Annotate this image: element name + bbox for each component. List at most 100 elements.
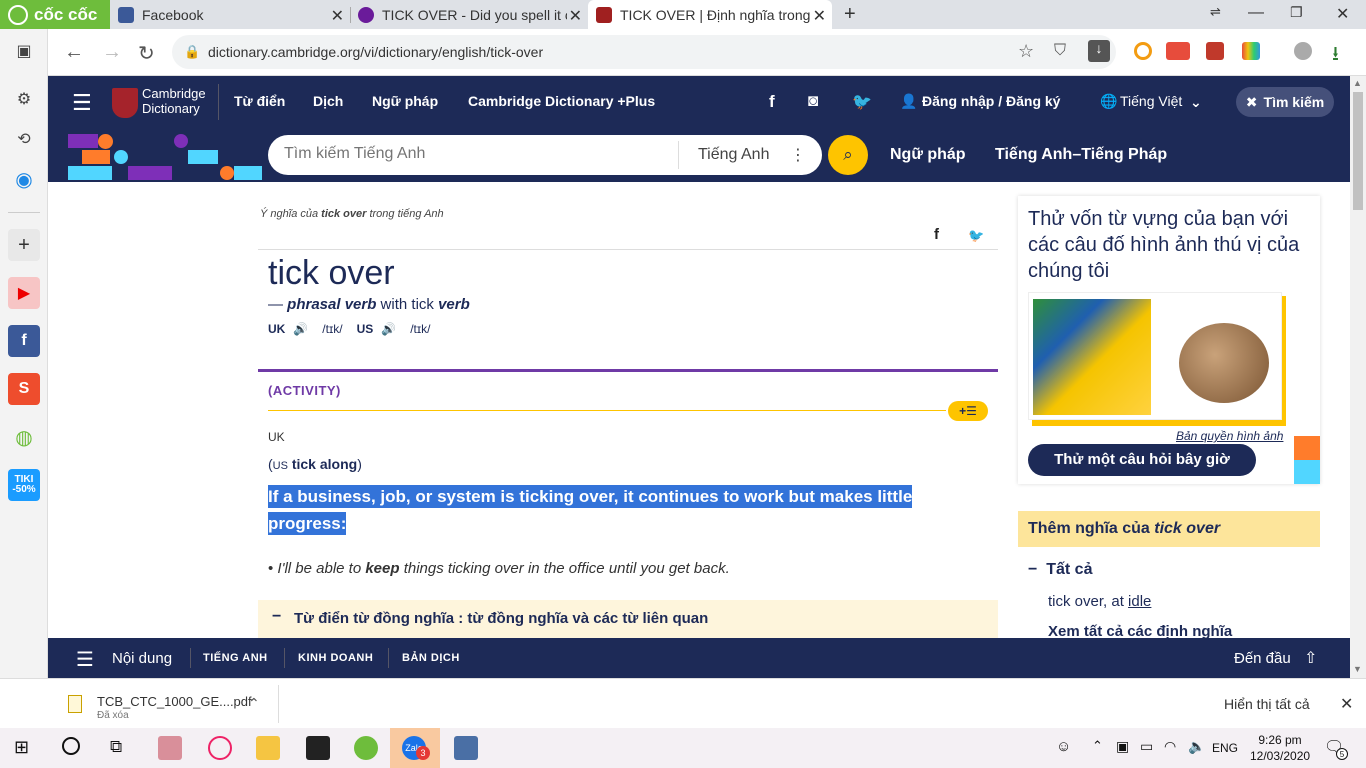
file-explorer-icon[interactable] — [256, 736, 280, 760]
scroll-up-icon[interactable]: ▲ — [1353, 78, 1362, 88]
all-meanings-toggle[interactable]: − Tất cả — [1028, 561, 1092, 579]
tray-icon[interactable]: ▣ — [1116, 738, 1129, 755]
collapse-minus-icon[interactable]: − — [272, 608, 281, 626]
add-app-icon[interactable]: + — [8, 229, 40, 261]
nav-dictionary[interactable]: Từ điển — [234, 93, 285, 109]
speaker-uk-icon[interactable]: 🔊 — [293, 322, 308, 336]
search-toggle-button[interactable]: ✖ Tìm kiếm — [1236, 87, 1334, 117]
thesaurus-panel[interactable]: − Từ điển từ đồng nghĩa : từ đồng nghĩa … — [258, 600, 998, 640]
add-to-list-button[interactable]: +☰ — [948, 401, 988, 421]
messenger-icon[interactable]: ◉ — [8, 163, 40, 195]
back-to-top-link[interactable]: Đến đầu — [1234, 650, 1291, 667]
app-icon[interactable] — [454, 736, 478, 760]
close-window-button[interactable]: ✕ — [1336, 4, 1349, 24]
scroll-down-icon[interactable]: ▼ — [1353, 664, 1362, 674]
youtube-icon[interactable]: ▶ — [8, 277, 40, 309]
coccoc-taskbar-icon[interactable] — [354, 736, 378, 760]
wifi-icon[interactable]: ◠ — [1164, 738, 1176, 755]
bottom-link-business[interactable]: KINH DOANH — [298, 652, 373, 664]
thesaurus-title[interactable]: Từ điển từ đồng nghĩa : từ đồng nghĩa và… — [294, 610, 708, 627]
extension-new-icon[interactable] — [1166, 42, 1190, 60]
forward-arrow-icon[interactable]: → — [102, 41, 122, 64]
hamburger-menu-icon[interactable]: ☰ — [76, 647, 94, 672]
instagram-icon[interactable]: ◙ — [808, 91, 818, 111]
zalo-taskbar-button[interactable]: Zalo 3 — [390, 728, 440, 768]
page-scrollbar[interactable]: ▲ ▼ — [1350, 76, 1366, 678]
language-selector[interactable]: Tiếng Việt — [1120, 93, 1182, 109]
restore-button[interactable]: ❐ — [1290, 4, 1303, 21]
nav-translate[interactable]: Dịch — [313, 93, 343, 109]
download-icon[interactable]: ↓ — [1088, 40, 1110, 62]
arrow-up-circle-icon[interactable]: ⇧ — [1304, 648, 1317, 668]
search-button[interactable]: ⌕ — [828, 135, 868, 175]
site-logo[interactable]: Cambridge Dictionary — [142, 86, 206, 116]
english-french-link[interactable]: Tiếng Anh–Tiếng Pháp — [995, 146, 1167, 164]
tab-tick-over[interactable]: TICK OVER | Định nghĩa trong ✕ — [588, 0, 832, 29]
scrollbar-thumb[interactable] — [1353, 92, 1363, 210]
share-twitter-icon[interactable]: 🐦 — [968, 228, 984, 244]
input-language[interactable]: ENG — [1212, 741, 1238, 755]
app-icon[interactable] — [208, 736, 232, 760]
download-arrow-icon[interactable]: ⭳ — [1332, 39, 1339, 73]
minimize-button[interactable]: — — [1248, 4, 1264, 22]
quiz-image[interactable] — [1028, 292, 1282, 420]
extension-color-icon[interactable] — [1242, 42, 1260, 60]
speaker-us-icon[interactable]: 🔊 — [381, 322, 396, 336]
tab-facebook[interactable]: Facebook ✕ — [110, 0, 350, 29]
close-icon[interactable]: ✕ — [331, 6, 344, 26]
coccoc-menu-button[interactable]: cốc cốc — [0, 0, 110, 29]
new-tab-button[interactable]: + — [836, 0, 860, 29]
shield-icon[interactable]: ⛉ — [1054, 42, 1066, 60]
shopee-icon[interactable]: S — [8, 373, 40, 405]
windows-start-icon[interactable]: ⊞ — [14, 737, 29, 758]
reload-icon[interactable]: ↻ — [138, 41, 155, 66]
try-quiz-button[interactable]: Thử một câu hỏi bây giờ — [1028, 444, 1256, 476]
sticky-notes-icon[interactable] — [306, 736, 330, 760]
download-filename[interactable]: TCB_CTC_1000_GE....pdf — [97, 694, 252, 709]
search-input[interactable] — [284, 145, 664, 163]
contents-menu[interactable]: Nội dung — [112, 650, 172, 667]
image-copyright-link[interactable]: Bản quyền hình ảnh — [1176, 429, 1283, 443]
facebook-icon[interactable]: f — [8, 325, 40, 357]
close-icon[interactable]: ✕ — [813, 6, 826, 26]
close-icon[interactable]: ✕ — [1340, 694, 1353, 714]
star-icon[interactable]: ☆ — [1018, 41, 1034, 62]
task-view-icon[interactable]: ⧉ — [110, 737, 122, 757]
chevron-down-icon[interactable]: ⌄ — [1190, 94, 1202, 111]
close-icon[interactable]: ✕ — [569, 6, 582, 26]
search-icon[interactable] — [62, 737, 80, 755]
share-facebook-icon[interactable]: f — [934, 226, 939, 243]
idle-link[interactable]: idle — [1128, 593, 1151, 610]
clock[interactable]: 9:26 pm 12/03/2020 — [1250, 732, 1310, 764]
people-icon[interactable]: ☺ — [1056, 738, 1071, 755]
history-icon[interactable]: ⟲ — [8, 123, 40, 155]
tab-did-you-spell[interactable]: TICK OVER - Did you spell it c ✕ — [350, 0, 588, 29]
bottom-link-translation[interactable]: BẢN DỊCH — [402, 652, 460, 664]
address-bar[interactable]: 🔒 dictionary.cambridge.org/vi/dictionary… — [172, 35, 1116, 69]
more-options-icon[interactable]: ⋮ — [790, 145, 806, 165]
extension-red-icon[interactable] — [1206, 42, 1224, 60]
coccoc-app-icon[interactable]: ◍ — [8, 421, 40, 453]
tiki-icon[interactable]: TIKI -50% — [8, 469, 40, 501]
volume-icon[interactable]: 🔈 — [1188, 738, 1205, 755]
chevron-up-icon[interactable]: ⌃ — [248, 695, 260, 712]
profile-avatar[interactable] — [1294, 42, 1312, 60]
show-all-downloads-button[interactable]: Hiển thị tất cả — [1224, 696, 1310, 712]
app-icon[interactable] — [158, 736, 182, 760]
settings-gear-icon[interactable]: ⚙ — [8, 83, 40, 115]
chevron-up-icon[interactable]: ⌃ — [1092, 738, 1103, 754]
search-language-select[interactable]: Tiếng Anh — [698, 146, 769, 164]
twitter-icon[interactable]: 🐦 — [852, 92, 872, 112]
grammar-link[interactable]: Ngữ pháp — [890, 146, 966, 164]
back-arrow-icon[interactable]: ← — [64, 41, 84, 64]
hamburger-menu-icon[interactable]: ☰ — [72, 90, 92, 116]
bottom-link-english[interactable]: TIẾNG ANH — [203, 652, 268, 664]
login-link[interactable]: Đăng nhập / Đăng ký — [922, 93, 1060, 109]
tab-search-icon[interactable]: ⇌ — [1210, 4, 1221, 20]
facebook-icon[interactable]: f — [769, 92, 775, 112]
extension-coccoc-icon[interactable] — [1134, 42, 1152, 60]
nav-plus[interactable]: Cambridge Dictionary +Plus — [468, 93, 655, 109]
battery-icon[interactable]: ▭ — [1140, 738, 1153, 755]
nav-grammar[interactable]: Ngữ pháp — [372, 93, 438, 109]
sidebar-toggle-icon[interactable]: ▣ — [8, 35, 40, 67]
